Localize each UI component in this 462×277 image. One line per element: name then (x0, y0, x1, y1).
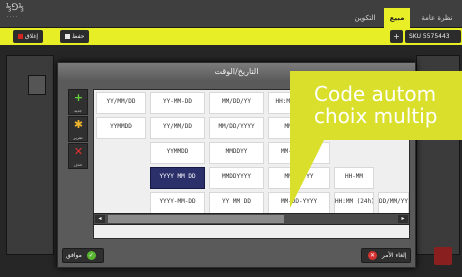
format-text: YYMMDD (166, 148, 189, 155)
format-option[interactable]: YYMMDD (150, 142, 205, 164)
scroll-right-arrow[interactable]: ▸ (398, 215, 408, 223)
horizontal-scrollbar[interactable]: ◂ ▸ (93, 213, 410, 225)
format-option[interactable]: HH-MM (334, 167, 374, 189)
delete-button[interactable]: ✕ حذف (68, 143, 88, 169)
save-icon (65, 34, 70, 39)
format-text: HH:MM (24h) (335, 198, 373, 205)
edit-label: تحرير (73, 135, 83, 140)
close-button[interactable]: إغلاق (13, 30, 44, 43)
scroll-left-arrow[interactable]: ◂ (95, 215, 105, 223)
callout-box: Code autom choix multip (290, 71, 462, 140)
app-logo: ⅓⅁⅓ .... (6, 3, 24, 20)
tab-overview[interactable]: نظرة عامة (412, 8, 462, 28)
format-option[interactable]: YY/MM/DD (150, 117, 205, 139)
edit-button[interactable]: ✱ تحرير (68, 116, 88, 142)
close-icon: ✕ (73, 145, 84, 158)
close-icon: ✕ (368, 251, 377, 260)
logo-mark: ⅓⅁⅓ (6, 3, 24, 13)
format-text: MM/DD/YYYY (218, 123, 255, 130)
bg-delete-button (434, 247, 452, 265)
plus-icon: + (73, 91, 84, 104)
delete-label: حذف (73, 162, 83, 167)
check-icon: ✓ (86, 251, 96, 260)
cancel-button[interactable]: ✕ إلغاء الأمر (361, 248, 412, 263)
format-option[interactable]: HH:MM (24h) (334, 192, 374, 214)
format-option[interactable]: YY/MM/DD (96, 92, 146, 114)
callout-text: Code autom choix multip (314, 82, 438, 128)
format-option[interactable]: MM/DD/YY (209, 92, 264, 114)
format-option[interactable]: MMDDYY (209, 142, 264, 164)
format-text: MMDDYY (225, 148, 248, 155)
format-text: YYYY MM DD (159, 173, 196, 180)
callout-pointer (290, 140, 324, 208)
cancel-label: إلغاء الأمر (381, 252, 407, 259)
scrollbar-thumb[interactable] (108, 215, 284, 223)
tab-label: نظرة عامة (421, 14, 453, 22)
close-label: إغلاق (25, 33, 39, 40)
format-text: YY/MM/DD (106, 98, 136, 105)
format-text: HH-MM (344, 173, 364, 180)
format-text: YY-MM-DD (163, 98, 192, 105)
format-option[interactable]: MMDDYYYY (209, 167, 264, 189)
tab-configuration[interactable]: التكوين (346, 8, 384, 28)
format-text: MM/DD/YY (222, 98, 251, 105)
format-option[interactable]: MM/DD/YYYY (209, 117, 264, 139)
save-button[interactable]: حفظ (60, 30, 90, 43)
format-option[interactable]: DD/MM/YY (378, 192, 409, 214)
dialog-side-actions: + جديد ✱ تحرير ✕ حذف (68, 89, 88, 170)
tab-sales[interactable]: مبيع (384, 8, 410, 28)
format-text: MMDDYYYY (222, 173, 251, 180)
save-label: حفظ (72, 33, 85, 40)
new-button[interactable]: + جديد (68, 89, 88, 115)
top-bar: ⅓⅁⅓ .... التكوين مبيع نظرة عامة (0, 0, 462, 28)
format-text: DD/MM/YY (379, 198, 408, 205)
sku-field[interactable]: SKU 5575443 (405, 30, 461, 43)
tab-label: مبيع (389, 14, 405, 22)
format-option[interactable]: YYYY-MM-DD (150, 192, 205, 214)
format-text: YY MM DD (222, 198, 251, 205)
format-text: YYYY-MM-DD (159, 198, 196, 205)
format-option-selected[interactable]: YYYY MM DD (150, 167, 205, 189)
gear-icon: ✱ (73, 118, 84, 131)
toolbar: إغلاق حفظ + SKU 5575443 (0, 28, 462, 45)
format-text: YYMMDD (110, 123, 132, 130)
ok-label: موافق (66, 252, 82, 259)
new-label: جديد (74, 108, 82, 113)
close-icon (18, 34, 23, 39)
ok-button[interactable]: موافق ✓ (62, 248, 104, 263)
format-option[interactable]: YYMMDD (96, 117, 146, 139)
format-option[interactable]: YY MM DD (209, 192, 264, 214)
add-button[interactable]: + (390, 30, 403, 43)
format-text: YY/MM/DD (163, 123, 192, 130)
tab-label: التكوين (354, 14, 376, 22)
logo-subtext: .... (6, 13, 19, 19)
format-option[interactable]: YY-MM-DD (150, 92, 205, 114)
bg-tab (28, 75, 46, 95)
